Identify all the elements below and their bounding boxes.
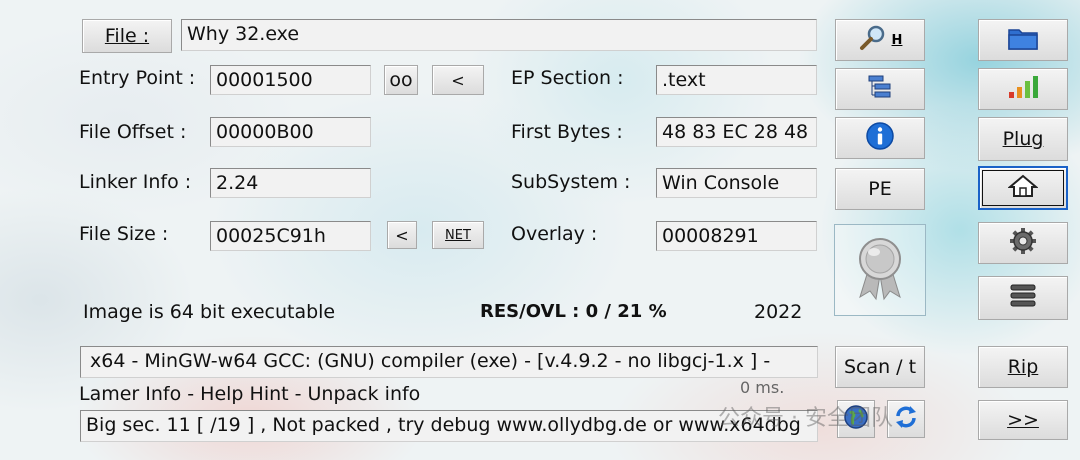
tree-list-icon — [866, 73, 894, 105]
overlay-label: Overlay : — [511, 223, 598, 245]
entry-point-lt-label: < — [451, 70, 465, 90]
entry-point-field[interactable]: 00001500 — [210, 65, 371, 95]
info-button[interactable] — [835, 117, 925, 159]
plug-button[interactable]: Plug — [978, 117, 1068, 161]
scan-button[interactable]: Scan / t — [835, 346, 925, 388]
refresh-icon — [893, 404, 919, 434]
linker-info-label: Linker Info : — [79, 171, 192, 193]
file-path-field[interactable]: Why 32.exe — [181, 19, 817, 51]
pe-button-label: PE — [868, 178, 892, 200]
file-size-label: File Size : — [79, 223, 169, 245]
next-button[interactable]: >> — [978, 400, 1068, 440]
rip-button[interactable]: Rip — [978, 346, 1068, 388]
subsystem-label: SubSystem : — [511, 171, 631, 193]
award-ribbon-icon — [852, 235, 908, 305]
ep-section-field[interactable]: .text — [656, 65, 817, 95]
overlay-field[interactable]: 00008291 — [656, 221, 817, 251]
entry-point-label: Entry Point : — [79, 67, 196, 89]
file-button-label: File : — [104, 25, 150, 47]
year-text: 2022 — [754, 301, 803, 323]
home-icon — [1007, 174, 1039, 202]
menu-icon — [1009, 282, 1037, 314]
folder-icon — [1007, 25, 1039, 55]
file-size-lt-label: < — [395, 225, 409, 245]
search-h-label: H — [891, 32, 903, 48]
pe-button[interactable]: PE — [835, 168, 925, 210]
first-bytes-label: First Bytes : — [511, 121, 623, 143]
net-button[interactable]: NET — [432, 221, 484, 249]
file-button[interactable]: File : — [82, 19, 172, 53]
detection-result-field[interactable]: x64 - MinGW-w64 GCC: (GNU) compiler (exe… — [80, 346, 818, 378]
lamer-info-text[interactable]: Lamer Info - Help Hint - Unpack info — [79, 383, 420, 405]
award-panel — [834, 224, 926, 316]
file-size-lt-button[interactable]: < — [387, 221, 417, 249]
menu-button[interactable] — [978, 276, 1068, 320]
gear-icon — [1009, 227, 1037, 259]
info-icon — [865, 121, 895, 155]
image-info-text: Image is 64 bit executable — [83, 301, 336, 323]
net-button-label: NET — [445, 227, 471, 243]
plug-button-label: Plug — [1002, 128, 1044, 150]
settings-button[interactable] — [978, 222, 1068, 264]
open-folder-button[interactable] — [978, 19, 1068, 61]
first-bytes-field[interactable]: 48 83 EC 28 48 — [656, 117, 817, 147]
rip-button-label: Rip — [1007, 356, 1039, 378]
tree-button[interactable] — [835, 68, 925, 110]
bar-chart-icon — [1006, 74, 1040, 104]
search-h-button[interactable]: H — [835, 19, 925, 61]
subsystem-field[interactable]: Win Console — [656, 168, 817, 198]
next-button-label: >> — [1007, 409, 1039, 431]
magnifier-icon — [858, 24, 888, 56]
hint-field[interactable]: Big sec. 11 [ /19 ] , Not packed , try d… — [80, 410, 818, 442]
res-ovl-text: RES/OVL : 0 / 21 % — [480, 301, 667, 322]
scan-button-label: Scan / t — [843, 356, 917, 378]
file-offset-label: File Offset : — [79, 121, 187, 143]
home-button[interactable] — [978, 166, 1068, 210]
watermark-text: 公众号 · 安全团队 — [718, 406, 893, 431]
file-offset-field[interactable]: 00000B00 — [210, 117, 371, 147]
file-size-field[interactable]: 00025C91h — [210, 221, 371, 251]
oo-button[interactable]: oo — [384, 65, 418, 95]
time-text: 0 ms. — [740, 378, 785, 397]
stats-button[interactable] — [978, 68, 1068, 110]
oo-button-label: oo — [389, 69, 413, 91]
linker-info-field[interactable]: 2.24 — [210, 168, 371, 198]
entry-point-lt-button[interactable]: < — [432, 65, 484, 95]
ep-section-label: EP Section : — [511, 67, 624, 89]
